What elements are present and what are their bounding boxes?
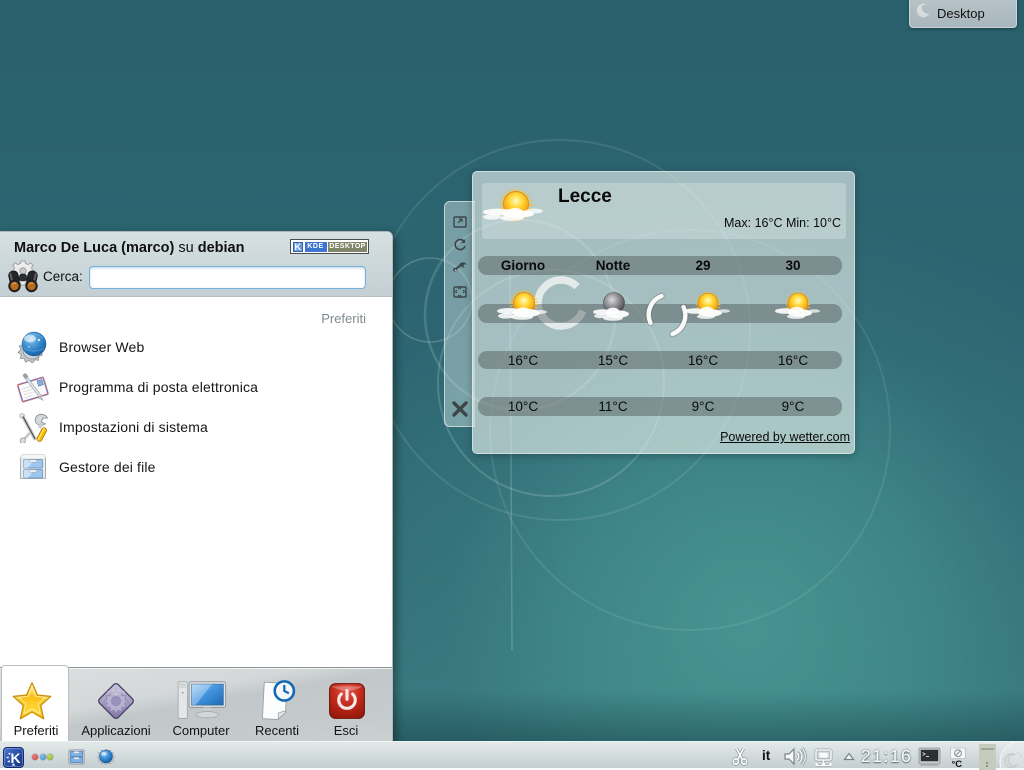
svg-text:K: K [11,750,21,766]
svg-text:°C: °C [952,759,963,768]
